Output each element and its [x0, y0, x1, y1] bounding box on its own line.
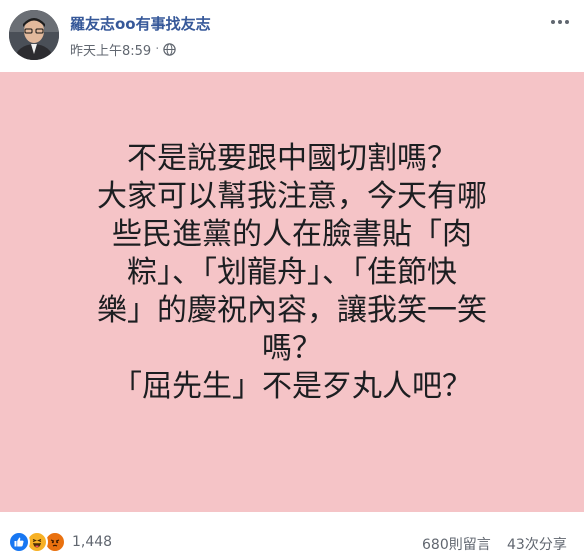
post-header: 羅友志oo有事找友志 昨天上午8:59 · [0, 0, 584, 72]
more-dot [551, 20, 555, 24]
message-line: 嗎？ [262, 331, 322, 366]
meta-separator: · [155, 42, 160, 57]
more-options-icon[interactable] [548, 14, 572, 30]
post-timestamp[interactable]: 昨天上午8:59 [70, 40, 151, 59]
globe-icon[interactable] [163, 43, 177, 56]
message-line: 粽」、「划龍舟」、「佳節快 [127, 255, 457, 290]
message-line: 樂」的慶祝內容，讓我笑一笑 [97, 293, 487, 328]
avatar-photo [9, 10, 59, 60]
message-line: 不是說要跟中國切割嗎？ [127, 141, 457, 176]
more-dot [558, 20, 562, 24]
post-meta: 昨天上午8:59 · [70, 40, 177, 59]
reactions-summary[interactable]: 1,448 [8, 531, 112, 553]
post-message: 不是說要跟中國切割嗎？ 大家可以幫我注意，今天有哪 些民進黨的人在臉書貼「肉 粽… [40, 140, 544, 406]
comment-count-link[interactable]: 680則留言 [422, 534, 491, 554]
message-line: 些民進黨的人在臉書貼「肉 [112, 217, 472, 252]
post-footer: 1,448 680則留言 43次分享 [0, 512, 584, 559]
post-text-card: 不是說要跟中國切割嗎？ 大家可以幫我注意，今天有哪 些民進黨的人在臉書貼「肉 粽… [0, 72, 584, 512]
share-count-link[interactable]: 43次分享 [507, 534, 567, 554]
message-line: 大家可以幫我注意，今天有哪 [97, 179, 487, 214]
author-avatar[interactable] [9, 10, 59, 60]
like-icon [8, 531, 30, 553]
message-line: 「屈先生」不是歹丸人吧？ [112, 369, 472, 404]
more-dot [565, 20, 569, 24]
reaction-count: 1,448 [72, 534, 113, 550]
author-name[interactable]: 羅友志oo有事找友志 [70, 13, 211, 34]
